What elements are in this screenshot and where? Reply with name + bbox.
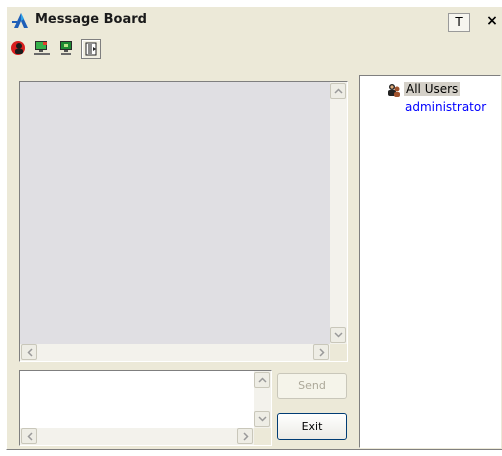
- toolbar-button-network[interactable]: [33, 39, 53, 59]
- input-scroll-right-button[interactable]: [237, 428, 253, 444]
- app-logo-icon: [12, 13, 28, 28]
- exit-door-icon: [85, 42, 97, 56]
- arrow-up-icon: [334, 88, 343, 94]
- message-vscrollbar[interactable]: [330, 82, 347, 344]
- input-hscrollbar[interactable]: [20, 428, 254, 445]
- input-scroll-up-button[interactable]: [254, 372, 270, 388]
- user-group-label: All Users: [404, 82, 461, 96]
- arrow-down-icon: [258, 416, 267, 422]
- input-scroll-left-button[interactable]: [21, 428, 37, 444]
- message-input[interactable]: [19, 370, 272, 446]
- scroll-corner: [330, 344, 347, 361]
- arrow-left-icon: [27, 348, 33, 357]
- arrow-left-icon: [27, 432, 33, 441]
- user-item-administrator[interactable]: administrator: [405, 100, 486, 114]
- scroll-right-button[interactable]: [313, 344, 329, 360]
- message-board-window: Message Board T × Send Exit All Users ad…: [6, 6, 502, 450]
- title-bar: Message Board T ×: [7, 7, 502, 35]
- scroll-up-button[interactable]: [330, 83, 346, 99]
- red-user-icon: [11, 41, 25, 55]
- monitor-network-icon: [34, 41, 50, 55]
- send-button[interactable]: Send: [277, 373, 347, 399]
- scroll-left-button[interactable]: [21, 344, 37, 360]
- monitor-green-icon: [60, 41, 72, 55]
- pin-button[interactable]: T: [448, 13, 470, 32]
- arrow-right-icon: [243, 432, 249, 441]
- toolbar-button-monitor[interactable]: [57, 39, 77, 59]
- window-title: Message Board: [35, 12, 147, 27]
- scroll-down-button[interactable]: [330, 327, 346, 343]
- toolbar: [7, 37, 502, 61]
- users-group-icon: [388, 84, 400, 97]
- input-scroll-down-button[interactable]: [254, 411, 270, 427]
- message-hscrollbar[interactable]: [20, 344, 330, 361]
- toolbar-button-exit[interactable]: [81, 39, 101, 59]
- close-button[interactable]: ×: [481, 13, 502, 32]
- toolbar-button-user[interactable]: [9, 39, 29, 59]
- arrow-right-icon: [319, 348, 325, 357]
- input-scroll-corner: [254, 428, 271, 445]
- exit-button[interactable]: Exit: [277, 413, 347, 440]
- input-vscrollbar[interactable]: [254, 371, 271, 428]
- arrow-up-icon: [258, 377, 267, 383]
- arrow-down-icon: [334, 332, 343, 338]
- message-history-area[interactable]: [19, 81, 348, 362]
- user-list[interactable]: All Users administrator: [359, 75, 501, 448]
- user-group-all-users[interactable]: All Users: [404, 82, 461, 96]
